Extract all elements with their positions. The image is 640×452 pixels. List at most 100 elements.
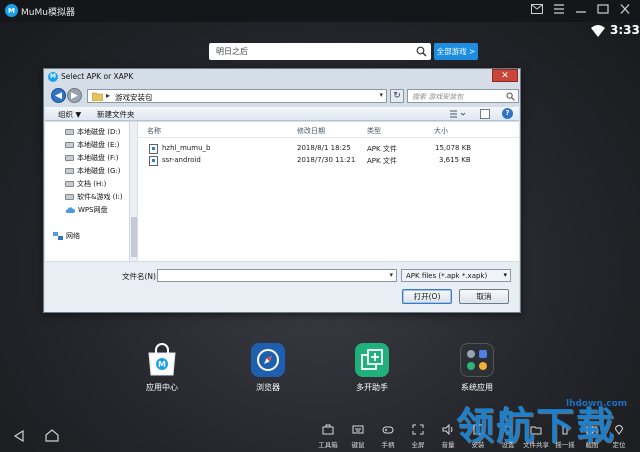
system-apps-icon [460, 343, 494, 377]
column-header-name[interactable]: 名称 [147, 126, 161, 136]
nav-pane-scrollbar[interactable] [129, 122, 137, 261]
search-icon[interactable] [416, 46, 427, 57]
header-divider [138, 137, 519, 138]
mumu-logo-icon: M [48, 72, 58, 82]
nav-item-label: WPS网盘 [78, 206, 108, 214]
fullscreen-icon [412, 424, 424, 435]
back-triangle-icon[interactable] [13, 430, 25, 442]
volume-icon [442, 423, 453, 436]
address-bar[interactable]: ▸ 游戏安装包 ▾ [87, 89, 387, 103]
menu-icon[interactable] [552, 4, 566, 18]
title-bar: M MuMu模拟器 [0, 0, 640, 22]
nav-item-label: 本地磁盘 (G:) [77, 167, 121, 175]
dialog-title: Select APK or XAPK [61, 72, 134, 81]
nav-item-drive-g[interactable]: 本地磁盘 (G:) [65, 165, 120, 177]
nav-item-drive-i[interactable]: 软件&游戏 (I:) [65, 191, 123, 203]
nav-item-network[interactable]: 网络 [53, 230, 80, 242]
drive-icon [65, 194, 74, 200]
folder-search-input[interactable]: 搜索 游戏安装包 [407, 89, 519, 103]
nav-item-label: 网络 [66, 232, 80, 240]
game-search-input[interactable]: 明日之后 [209, 43, 431, 60]
cancel-button[interactable]: 取消 [459, 289, 509, 304]
chevron-down-icon: ▾ [503, 271, 507, 279]
apk-file-icon [149, 144, 158, 154]
nav-item-label: 本地磁盘 (F:) [77, 154, 119, 162]
new-folder-button[interactable]: 新建文件夹 [97, 109, 135, 120]
column-header-type[interactable]: 类型 [367, 126, 381, 136]
view-list-icon [450, 110, 466, 118]
tool-gamepad[interactable]: 手柄 [373, 424, 403, 449]
dialog-close-button[interactable]: ✕ [492, 69, 518, 82]
help-button[interactable]: ? [502, 108, 513, 119]
app-browser[interactable]: 浏览器 [238, 343, 298, 393]
filename-label: 文件名(N): [122, 272, 159, 281]
nav-item-drive-h[interactable]: 文档 (H:) [65, 178, 106, 190]
folder-icon [92, 92, 103, 101]
file-name: ssr-android [162, 156, 201, 164]
home-icon[interactable] [45, 429, 59, 442]
chevron-down-icon[interactable]: ▾ [389, 271, 393, 279]
chevron-right-icon[interactable]: ▸ [106, 91, 110, 100]
file-type: APK 文件 [367, 157, 397, 165]
gamepad-icon [382, 426, 394, 434]
file-row[interactable]: ssr-android 2018/7/30 11:21 APK 文件 3,615… [138, 155, 519, 167]
app-title: MuMu模拟器 [21, 8, 75, 18]
file-open-dialog: M Select APK or XAPK ✕ ◀ ▶ ▸ 游戏安装包 ▾ ↻ 搜… [43, 68, 521, 313]
all-games-button[interactable]: 全部游戏 > [434, 43, 478, 60]
app-center-icon: M [145, 343, 179, 377]
app-center[interactable]: M 应用中心 [132, 343, 192, 393]
dialog-footer: 文件名(N): ▾ APK files (*.apk *.xapk) ▾ 打开(… [45, 262, 519, 312]
network-icon [53, 232, 63, 240]
filetype-select[interactable]: APK files (*.apk *.xapk) ▾ [401, 269, 511, 282]
tool-fullscreen[interactable]: 全屏 [403, 424, 433, 449]
watermark-url: lhdown.com [566, 399, 628, 409]
minimize-icon[interactable] [574, 4, 588, 18]
wifi-icon [591, 25, 605, 37]
maximize-icon[interactable] [596, 4, 610, 18]
browser-icon [251, 343, 285, 377]
dialog-navigation-bar: ◀ ▶ ▸ 游戏安装包 ▾ ↻ 搜索 游戏安装包 [47, 86, 519, 106]
app-multi-instance[interactable]: 多开助手 [342, 343, 402, 393]
column-header-size[interactable]: 大小 [434, 126, 448, 136]
dialog-titlebar: M Select APK or XAPK ✕ [44, 69, 520, 85]
column-header-date[interactable]: 修改日期 [297, 126, 325, 136]
organize-button[interactable]: 组织 ▼ [58, 109, 81, 120]
nav-item-wps-cloud[interactable]: WPS网盘 [65, 204, 108, 216]
file-size: 3,615 KB [439, 156, 471, 164]
address-path[interactable]: 游戏安装包 [115, 92, 153, 103]
drive-icon [65, 168, 74, 174]
forward-button[interactable]: ▶ [67, 88, 82, 103]
tool-keyboard[interactable]: 键鼠 [343, 424, 373, 449]
file-size: 15,078 KB [435, 144, 472, 152]
file-date: 2018/8/1 18:25 [297, 144, 351, 152]
mumu-logo-icon: M [5, 4, 18, 17]
back-button[interactable]: ◀ [51, 88, 66, 103]
app-system[interactable]: 系统应用 [447, 343, 507, 393]
tool-toolbox[interactable]: 工具箱 [313, 424, 343, 449]
file-row[interactable]: hzhl_mumu_b 2018/8/1 18:25 APK 文件 15,078… [138, 143, 519, 155]
file-type: APK 文件 [367, 145, 397, 153]
mail-icon[interactable] [530, 4, 544, 18]
chevron-down-icon[interactable]: ▾ [379, 91, 383, 99]
clock: 3:33 [610, 23, 640, 37]
nav-item-label: 文档 (H:) [77, 180, 107, 188]
close-icon[interactable] [618, 4, 632, 18]
refresh-button[interactable]: ↻ [390, 89, 404, 103]
nav-item-drive-f[interactable]: 本地磁盘 (F:) [65, 152, 119, 164]
multi-instance-icon [355, 343, 389, 377]
file-list: 名称 修改日期 类型 大小 hzhl_mumu_b 2018/8/1 18:25… [138, 122, 519, 261]
file-date: 2018/7/30 11:21 [297, 156, 356, 164]
nav-item-drive-d[interactable]: 本地磁盘 (D:) [65, 126, 120, 138]
file-name: hzhl_mumu_b [162, 144, 211, 152]
view-options-button[interactable] [449, 109, 469, 119]
nav-item-label: 本地磁盘 (E:) [77, 141, 120, 149]
filename-input[interactable]: ▾ [157, 269, 397, 282]
preview-pane-button[interactable] [480, 109, 490, 119]
tool-label: 键鼠 [351, 441, 365, 449]
scroll-thumb[interactable] [131, 217, 137, 257]
nav-item-drive-e[interactable]: 本地磁盘 (E:) [65, 139, 119, 151]
search-icon[interactable] [506, 92, 515, 101]
open-button[interactable]: 打开(O) [402, 289, 452, 304]
tool-label: 工具箱 [318, 441, 338, 449]
app-label: 多开助手 [356, 383, 388, 392]
